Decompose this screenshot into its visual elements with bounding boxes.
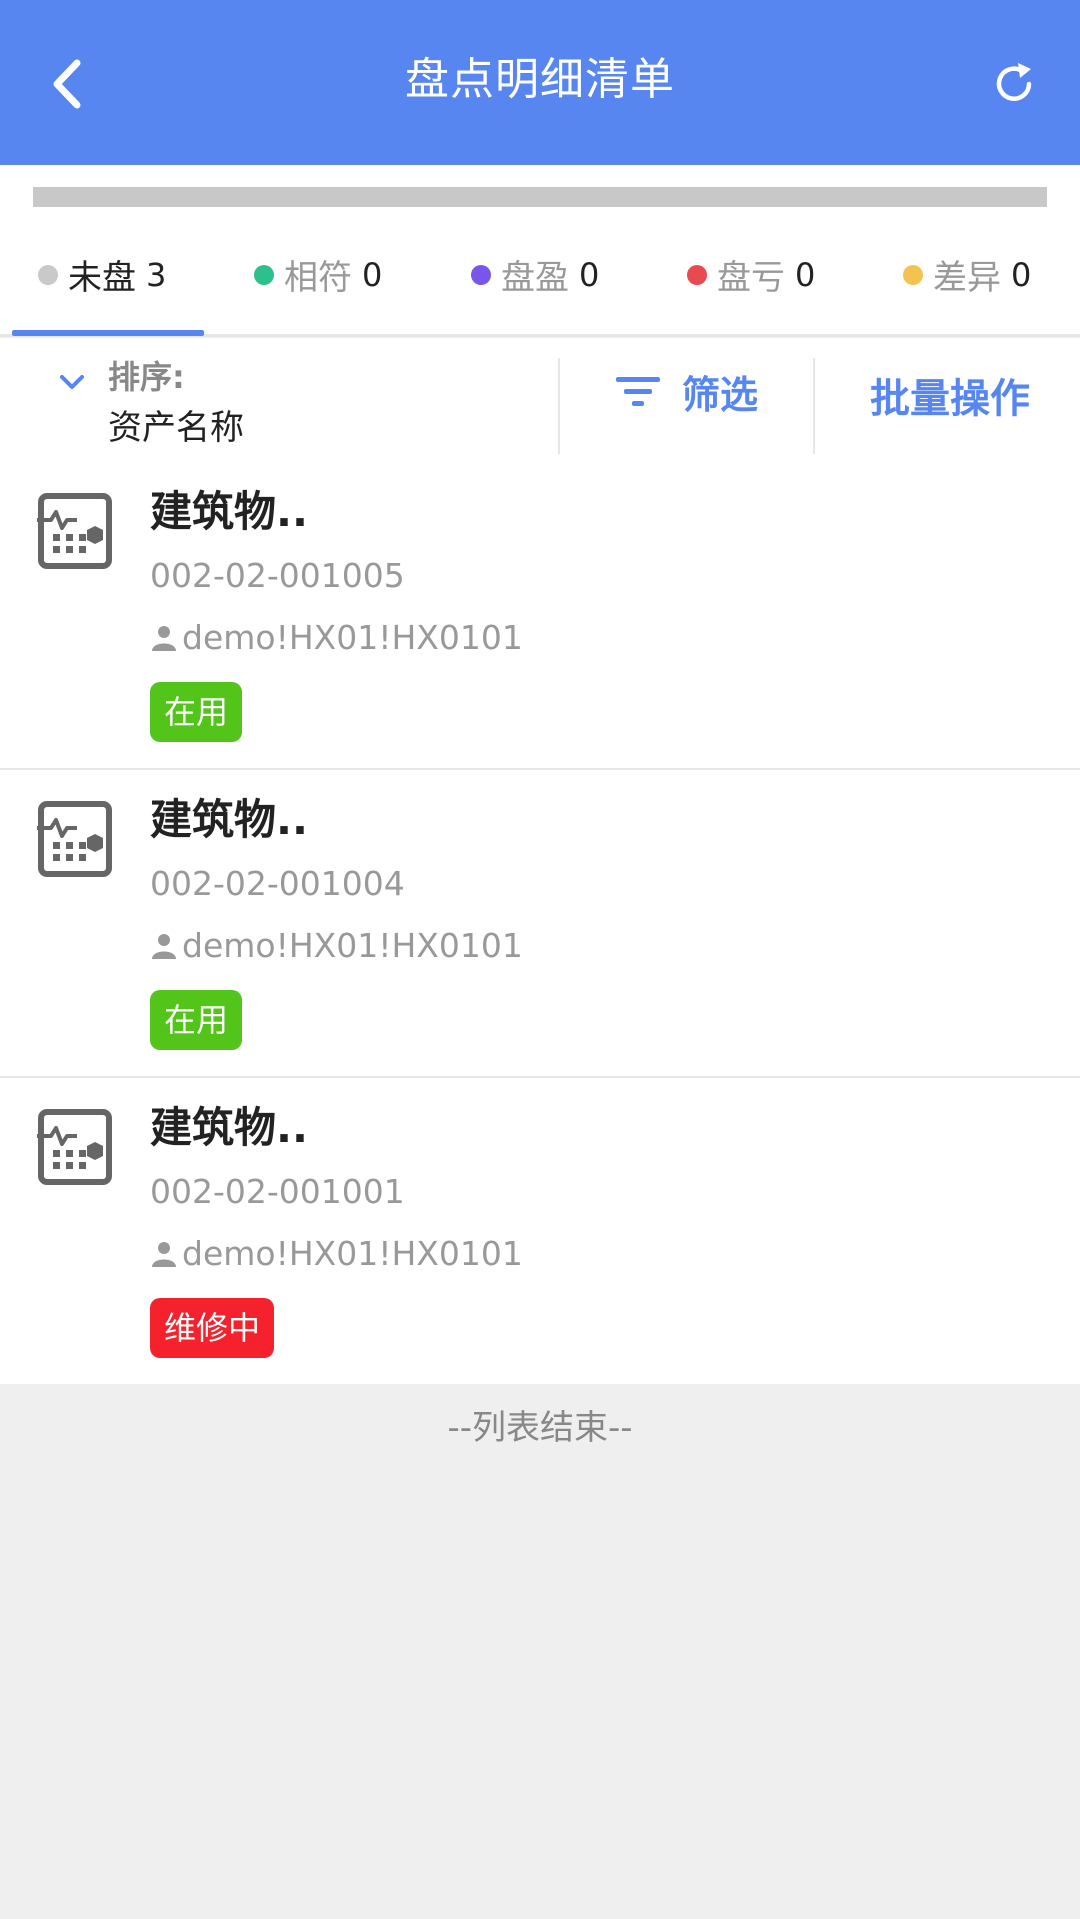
page-title: 盘点明细清单 [405,54,675,105]
asset-name: 建筑物.. [150,1103,308,1152]
toolbar-divider [558,358,560,454]
status-dot-icon [903,264,923,285]
tab-count: 3 [146,255,167,294]
list-end-text: --列表结束-- [447,1408,633,1448]
asset-code: 002-02-001004 [150,864,405,903]
status-dot-icon [687,264,707,285]
asset-device-icon [37,801,112,877]
tab-label: 相符 [284,258,352,298]
filter-label: 筛选 [682,372,759,417]
list-item[interactable]: 建筑物.. 002-02-001004 demo!HX01!HX0101 在用 [0,770,1080,1078]
tab-count: 0 [362,255,383,294]
tab-count: 0 [795,255,816,294]
filter-button[interactable]: 筛选 [614,366,759,417]
user-icon [152,625,176,651]
tab-unchecked[interactable]: 未盘 3 [38,215,166,334]
tab-matched[interactable]: 相符 0 [254,215,382,334]
tab-count: 0 [579,255,600,294]
asset-owner: demo!HX01!HX0101 [150,926,523,965]
status-badge: 维修中 [150,1298,275,1358]
progress-bar [33,187,1047,207]
status-badge: 在用 [150,990,243,1050]
active-tab-indicator [12,330,204,336]
sort-label: 排序: [108,358,185,396]
sort-value: 资产名称 [108,408,244,448]
list-item[interactable]: 建筑物.. 002-02-001001 demo!HX01!HX0101 维修中 [0,1078,1080,1384]
toolbar-divider [813,358,815,454]
tab-label: 盘盈 [501,258,569,298]
tab-count: 0 [1011,255,1032,294]
status-tabs: 未盘 3 相符 0 盘盈 0 盘亏 0 差异 0 [0,215,1080,337]
app-header: 盘点明细清单 [0,0,1080,165]
tab-label: 未盘 [68,258,136,298]
filter-icon [616,377,660,406]
tab-loss[interactable]: 盘亏 0 [687,215,815,334]
tab-label: 差异 [933,258,1001,298]
owner-text: demo!HX01!HX0101 [182,1234,523,1273]
owner-text: demo!HX01!HX0101 [182,926,523,965]
asset-code: 002-02-001001 [150,1172,405,1211]
tab-difference[interactable]: 差异 0 [903,215,1031,334]
tab-surplus[interactable]: 盘盈 0 [471,215,599,334]
progress-area [0,165,1080,215]
refresh-button[interactable] [982,52,1046,116]
asset-owner: demo!HX01!HX0101 [150,1234,523,1273]
asset-name: 建筑物.. [150,795,308,844]
status-dot-icon [471,264,491,285]
asset-code: 002-02-001005 [150,556,405,595]
asset-name: 建筑物.. [150,487,308,536]
asset-owner: demo!HX01!HX0101 [150,618,523,657]
tab-label: 盘亏 [717,258,785,298]
asset-device-icon [37,1109,112,1185]
list-toolbar: 排序: 资产名称 筛选 批量操作 [0,338,1080,462]
owner-text: demo!HX01!HX0101 [182,618,523,657]
page: 盘点明细清单 未盘 3 相符 0 盘盈 0 盘亏 0 差异 0 排序: 资产名称… [0,0,1080,1919]
user-icon [152,1241,176,1267]
status-badge: 在用 [150,682,243,742]
asset-device-icon [37,493,112,569]
batch-operation-button[interactable]: 批量操作 [870,366,1030,424]
user-icon [152,933,176,959]
chevron-down-icon [60,375,84,389]
asset-list: 建筑物.. 002-02-001005 demo!HX01!HX0101 在用 … [0,462,1080,1384]
status-dot-icon [254,264,274,285]
status-dot-icon [38,264,58,285]
refresh-icon [996,63,1032,101]
list-item[interactable]: 建筑物.. 002-02-001005 demo!HX01!HX0101 在用 [0,462,1080,770]
